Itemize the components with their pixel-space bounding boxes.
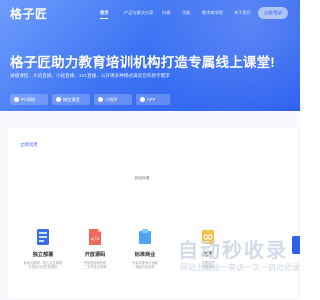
- trial-link[interactable]: 立即试用: [20, 142, 38, 148]
- hero-title: 格子匠助力教育培训机构打造专属线上课堂!: [10, 55, 275, 70]
- nav-item-home[interactable]: 首页: [100, 10, 109, 19]
- mini-program-icon: [98, 97, 103, 103]
- nav-item-about[interactable]: 关于我们: [234, 10, 251, 16]
- hero-subtitle: 录播课程、大班直播、小班直播、1V1直播、公开课多种模式满足您的教学需求: [10, 73, 170, 78]
- feature-title: 开放源码: [84, 252, 106, 258]
- feature-item: </> 开放源码 开放全部源代码 二次开发无障碍: [70, 228, 120, 269]
- app-button[interactable]: APP: [136, 94, 170, 105]
- nav-item-label: 首页: [100, 10, 109, 15]
- mini-program-button[interactable]: 小程序: [94, 94, 132, 105]
- monitor-icon: [14, 97, 19, 103]
- feature-desc-line: 打造自己的在线课堂: [28, 265, 58, 269]
- feature-desc-line: 满足日常运营: [135, 265, 155, 269]
- nav-item-features[interactable]: 功能: [182, 10, 190, 16]
- feature-desc: 完善标准商业功能 满足日常运营: [120, 261, 170, 269]
- pc-school-button[interactable]: PC网校: [10, 94, 48, 105]
- watermark-subtitle: 网站上链接一来访一次一自动收录: [180, 263, 300, 272]
- active-underline: [100, 18, 109, 19]
- feature-title: 标准商业: [134, 252, 156, 258]
- button-label: 小程序: [105, 97, 118, 102]
- phone-icon: [140, 97, 145, 103]
- nav-item-products[interactable]: 产品与解决方案: [124, 10, 153, 16]
- wechat-class-button[interactable]: 微信课堂: [52, 94, 90, 105]
- button-label: APP: [147, 97, 156, 102]
- floating-side-tab[interactable]: [292, 236, 300, 254]
- feature-desc: 私有化部署，独立定位网络 打造自己的在线课堂: [18, 261, 68, 269]
- center-caption: 精品网课: [135, 176, 150, 180]
- top-navigation: 格子匠 首页 产品与解决方案 价格 功能 数字商学院 关于我们 注册/登录: [0, 0, 300, 25]
- nav-item-academy[interactable]: 数字商学院: [202, 10, 223, 16]
- feature-item: 标准商业 完善标准商业功能 满足日常运营: [120, 228, 170, 269]
- commerce-icon: [137, 228, 153, 246]
- login-register-button[interactable]: 注册/登录: [258, 7, 288, 19]
- server-icon: [35, 228, 51, 246]
- nav-item-pricing[interactable]: 价格: [162, 10, 170, 16]
- feature-desc-line: 二次开发无障碍: [83, 265, 107, 269]
- code-file-icon: </>: [87, 228, 103, 246]
- button-label: 微信课堂: [63, 97, 80, 102]
- button-label: PC网校: [21, 97, 36, 102]
- feature-desc: 开放全部源代码 二次开发无障碍: [70, 261, 120, 269]
- watermark: 自动秒收录 网站上链接一来访一次一自动收录: [178, 234, 300, 284]
- feature-item: 独立部署 私有化部署，独立定位网络 打造自己的在线课堂: [18, 228, 68, 269]
- hero-banner: 格子匠 首页 产品与解决方案 价格 功能 数字商学院 关于我们 注册/登录 格子…: [0, 0, 300, 111]
- brand-logo[interactable]: 格子匠: [10, 5, 48, 22]
- wechat-icon: [56, 97, 61, 103]
- feature-title: 独立部署: [32, 252, 54, 258]
- svg-text:</>: </>: [90, 237, 100, 243]
- watermark-title: 自动秒收录: [178, 240, 288, 262]
